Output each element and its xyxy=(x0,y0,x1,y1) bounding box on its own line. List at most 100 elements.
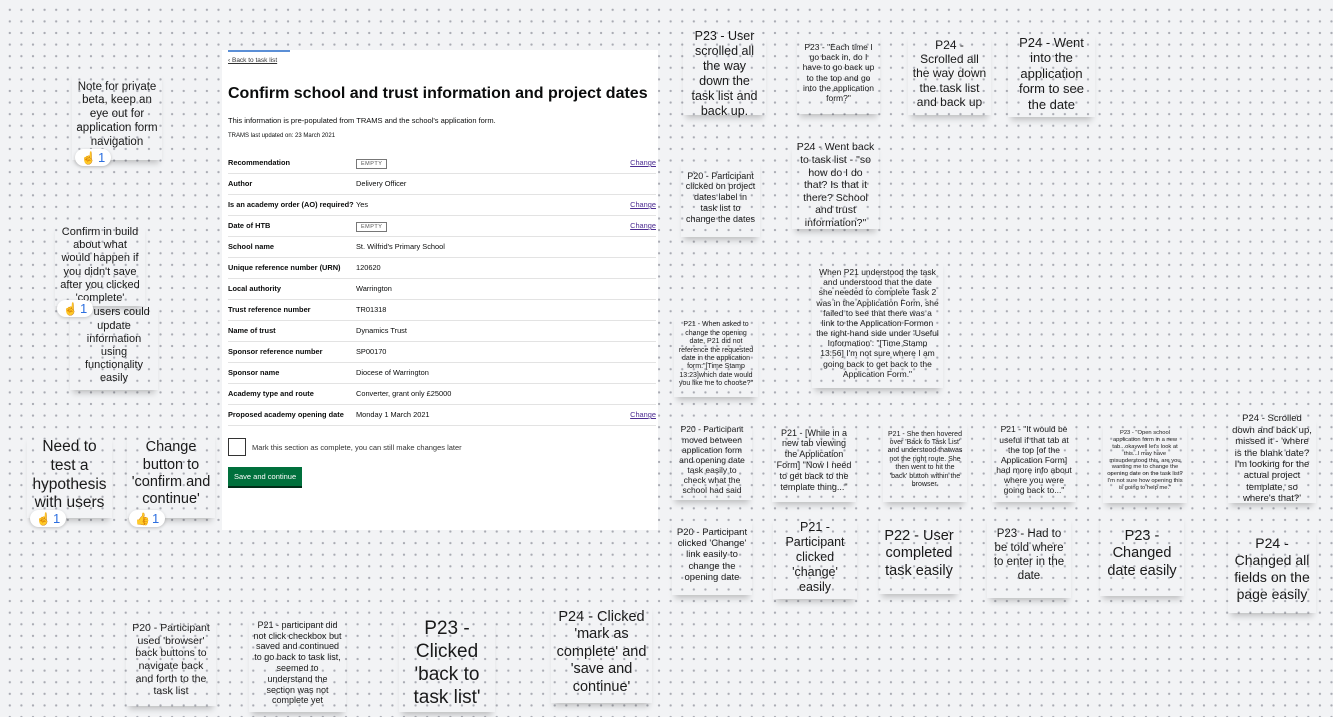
row-label: Local authority xyxy=(228,278,356,300)
row-label: Name of trust xyxy=(228,320,356,342)
sticky-note[interactable]: Confirm in build about what would happen… xyxy=(55,222,145,306)
reaction-badge[interactable]: 👍 1 xyxy=(129,510,166,527)
empty-tag: EMPTY xyxy=(356,222,388,232)
row-value: EMPTY xyxy=(356,215,606,237)
summary-row: Proposed academy opening date Monday 1 Ma… xyxy=(228,404,656,426)
reaction-badge[interactable]: ☝️ 1 xyxy=(75,149,112,166)
change-link xyxy=(606,299,656,321)
row-value-text: Delivery Officer xyxy=(356,179,407,188)
summary-row: Date of HTB EMPTY Change xyxy=(228,215,656,237)
row-value-text: Warrington xyxy=(356,284,392,293)
sticky-note[interactable]: P21 - participant did not click checkbox… xyxy=(249,614,346,712)
sticky-note[interactable]: P24 - Went back to task list - "so how d… xyxy=(792,141,879,229)
sticky-note[interactable]: P22 - User completed task easily xyxy=(879,514,959,594)
row-value-text: Yes xyxy=(356,200,369,209)
summary-row: Name of trust Dynamics Trust xyxy=(228,320,656,342)
task-form-screenshot: ‹ Back to task list Confirm school and t… xyxy=(222,50,658,530)
row-value: Converter, grant only £25000 xyxy=(356,383,606,405)
reaction-badge[interactable]: ☝️ 1 xyxy=(57,300,94,317)
row-value-text: TR01318 xyxy=(356,305,387,314)
sticky-note[interactable]: P23 - Changed date easily xyxy=(1100,512,1184,596)
row-value: Yes xyxy=(356,194,606,216)
row-value-text: St. Wilfrid's Primary School xyxy=(356,242,445,251)
sticky-note[interactable]: P23 - Had to be told where to enter in t… xyxy=(987,514,1071,598)
reaction-badge[interactable]: ☝️ 1 xyxy=(30,510,67,527)
sticky-note[interactable]: P24 - Changed all fields on the page eas… xyxy=(1228,525,1316,613)
change-link xyxy=(606,257,656,279)
row-value: Monday 1 March 2021 xyxy=(356,404,606,426)
last-updated: TRAMS last updated on: 23 March 2021 xyxy=(228,133,336,139)
change-link[interactable]: Change xyxy=(606,215,656,237)
sticky-note[interactable]: P21 - "It would be useful if that tab at… xyxy=(992,418,1076,502)
change-link[interactable]: Change xyxy=(606,153,656,174)
change-link[interactable]: Change xyxy=(606,194,656,216)
row-label: Proposed academy opening date xyxy=(228,404,356,426)
change-link xyxy=(606,341,656,363)
change-link xyxy=(606,278,656,300)
row-label: Is an academy order (AO) required? xyxy=(228,194,356,216)
sticky-note[interactable]: P23 - Clicked 'back to task list' xyxy=(399,616,495,712)
summary-row: Academy type and route Converter, grant o… xyxy=(228,383,656,405)
summary-row: Author Delivery Officer xyxy=(228,173,656,195)
row-value: Dynamics Trust xyxy=(356,320,606,342)
row-value: 120620 xyxy=(356,257,606,279)
row-label: Unique reference number (URN) xyxy=(228,257,356,279)
sticky-note[interactable]: P23 - "Open school application form in a… xyxy=(1103,419,1187,503)
sticky-note[interactable]: P20 - Participant clicked 'Change' link … xyxy=(672,515,752,595)
row-label: Sponsor name xyxy=(228,362,356,384)
change-link xyxy=(606,362,656,384)
change-link xyxy=(606,236,656,258)
sticky-note[interactable]: P20 - Participant clicked on project dat… xyxy=(681,158,760,237)
row-value-text: SP00170 xyxy=(356,347,387,356)
summary-row: Recommendation EMPTY Change xyxy=(228,153,656,174)
sticky-note[interactable]: Note for private beta, keep an eye out f… xyxy=(72,70,162,160)
sticky-note[interactable]: P21 - When asked to change the opening d… xyxy=(674,313,758,397)
change-link[interactable]: Change xyxy=(606,404,656,426)
checkbox-label: Mark this section as complete, you can s… xyxy=(252,442,462,452)
sticky-note[interactable]: P21 - Participant clicked 'change' easil… xyxy=(773,515,857,599)
sticky-note[interactable]: P24 - Clicked 'mark as complete' and 'sa… xyxy=(551,602,652,703)
sticky-note[interactable]: P24 - Scrolled all the way down the task… xyxy=(908,32,991,115)
save-and-continue-button[interactable]: Save and continue xyxy=(228,467,303,486)
row-value-text: Converter, grant only £25000 xyxy=(356,389,452,398)
sticky-note[interactable]: P24 - Scrolled down and back up, missed … xyxy=(1228,413,1316,504)
row-label: School name xyxy=(228,236,356,258)
row-value: SP00170 xyxy=(356,341,606,363)
row-label: Author xyxy=(228,173,356,195)
summary-row: Is an academy order (AO) required? Yes Cha… xyxy=(228,194,656,216)
row-value-text: Diocese of Warrington xyxy=(356,368,429,377)
reaction-count: 1 xyxy=(79,301,88,316)
sticky-note[interactable]: P20 - Participant used 'browser' back bu… xyxy=(126,614,216,706)
pointing-up-hand-icon: ☝️ xyxy=(81,150,96,165)
sticky-note[interactable]: Need to test a hypothesis with users xyxy=(27,433,112,518)
summary-row: Unique reference number (URN) 120620 xyxy=(228,257,656,279)
sticky-note[interactable]: P24 - Went into the application form to … xyxy=(1008,30,1095,117)
sticky-note[interactable]: P21 - She then hovered over 'Back to Tas… xyxy=(883,418,967,502)
thumbs-up-icon: 👍 xyxy=(135,511,150,526)
row-label: Date of HTB xyxy=(228,215,356,237)
empty-tag: EMPTY xyxy=(356,159,388,169)
sticky-note[interactable]: P21 - [While in a new tab viewing the Ap… xyxy=(772,418,856,502)
complete-checkbox[interactable] xyxy=(228,438,246,456)
complete-checkbox-row[interactable]: Mark this section as complete, you can s… xyxy=(228,438,654,456)
row-value-text: Dynamics Trust xyxy=(356,326,407,335)
summary-row: School name St. Wilfrid's Primary School xyxy=(228,236,656,258)
row-label: Trust reference number xyxy=(228,299,356,321)
sticky-note[interactable]: Change button to 'confirm and continue' xyxy=(127,430,215,518)
summary-row: Sponsor name Diocese of Warrington xyxy=(228,362,656,384)
back-to-task-list-link[interactable]: ‹ Back to task list xyxy=(228,57,654,64)
sticky-note[interactable]: When P21 understood the task and underst… xyxy=(812,258,943,388)
sticky-note[interactable]: P20 - Participant moved between applicat… xyxy=(672,420,752,500)
sticky-note[interactable]: P23 - "Each time I go back in, do I have… xyxy=(797,31,880,114)
row-value-text: Monday 1 March 2021 xyxy=(356,410,430,419)
back-link-text: Back to task list xyxy=(231,57,278,64)
change-link xyxy=(606,320,656,342)
change-link xyxy=(606,173,656,195)
row-value-text: 120620 xyxy=(356,263,381,272)
change-link xyxy=(606,383,656,405)
row-value: Diocese of Warrington xyxy=(356,362,606,384)
intro-text: This information is pre-populated from T… xyxy=(228,116,496,125)
sticky-note[interactable]: P23 - User scrolled all the way down the… xyxy=(683,29,766,118)
row-value: EMPTY xyxy=(356,153,606,174)
row-value: Warrington xyxy=(356,278,606,300)
